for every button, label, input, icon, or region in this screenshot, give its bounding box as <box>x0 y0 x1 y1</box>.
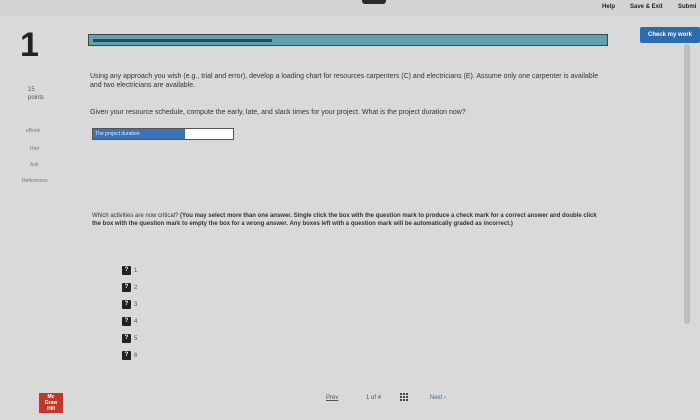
next-button[interactable]: Next › <box>430 395 446 401</box>
page-current: 1 <box>366 395 370 401</box>
points-label: points <box>28 95 45 101</box>
points-value: 15 <box>28 87 35 93</box>
critical-activities-instructions: Which activities are now critical? (You … <box>92 212 597 228</box>
question-prompt: Using any approach you wish (e.g., trial… <box>90 73 599 89</box>
activity-option[interactable]: ? 6 <box>122 351 137 361</box>
top-bar <box>0 0 700 16</box>
check-my-work-button[interactable]: Check my work <box>640 27 700 43</box>
question-given: Given your resource schedule, compute th… <box>90 109 466 116</box>
save-exit-link[interactable]: Save & Exit <box>630 4 663 10</box>
question-mark-checkbox[interactable]: ? <box>122 317 131 326</box>
question-number: 1 <box>20 26 39 64</box>
scrollbar[interactable] <box>684 44 690 324</box>
prev-button[interactable]: Prev <box>326 395 338 401</box>
help-link[interactable]: Help <box>602 4 615 10</box>
page-total: 4 <box>377 395 382 401</box>
activity-option[interactable]: ? 2 <box>122 283 137 293</box>
submit-link[interactable]: Submi <box>678 4 696 10</box>
activity-label: 3 <box>134 302 138 309</box>
points-display: 15 points <box>28 86 44 102</box>
question-mark-checkbox[interactable]: ? <box>122 334 131 343</box>
activity-option[interactable]: ? 1 <box>122 266 137 276</box>
activity-label: 6 <box>134 353 138 360</box>
project-duration-label: The project duration <box>93 129 185 139</box>
activity-option[interactable]: ? 5 <box>122 334 137 344</box>
activity-label: 5 <box>134 336 138 343</box>
references-link[interactable]: References <box>22 178 48 184</box>
next-label: Next <box>430 395 443 401</box>
question-mark-checkbox[interactable]: ? <box>122 300 131 309</box>
chevron-right-icon: › <box>444 395 447 401</box>
activity-label: 4 <box>134 319 138 326</box>
question-mark-checkbox[interactable]: ? <box>122 266 131 275</box>
critical-question: Which activities are now critical? <box>92 213 179 219</box>
grid-icon[interactable] <box>400 393 409 402</box>
activity-label: 2 <box>134 285 138 292</box>
activity-label: 1 <box>134 268 138 275</box>
progress-bar-fill <box>93 39 272 42</box>
question-mark-checkbox[interactable]: ? <box>122 283 131 292</box>
mcgraw-hill-logo: Mc Graw Hill <box>39 393 63 413</box>
activity-option[interactable]: ? 4 <box>122 317 137 327</box>
page-of: of <box>371 395 377 401</box>
project-duration-field[interactable]: The project duration <box>92 128 234 140</box>
ebook-link[interactable]: eBook <box>26 128 40 134</box>
ask-link[interactable]: Ask <box>30 162 38 168</box>
activity-option[interactable]: ? 3 <box>122 300 137 310</box>
page-indicator: 1 of 4 <box>366 395 381 401</box>
question-mark-checkbox[interactable]: ? <box>122 351 131 360</box>
progress-bar <box>88 34 608 46</box>
hint-link[interactable]: Hint <box>30 146 39 152</box>
top-handle[interactable] <box>362 0 386 4</box>
